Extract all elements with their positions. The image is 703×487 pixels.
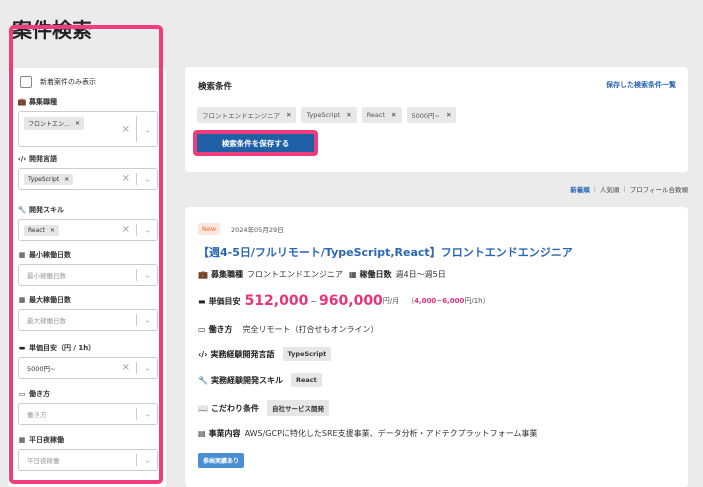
clear-icon[interactable]: ✕ [122, 174, 130, 185]
chip-remove-icon[interactable]: ✕ [446, 111, 451, 119]
building-icon: ▤ [198, 429, 206, 438]
calendar-icon: ▦ [348, 270, 357, 279]
sort-bar: 新着順 | 人気順 | プロフィール合致順 [570, 184, 688, 194]
workstyle-select[interactable]: 働き方 ⌄ [18, 403, 158, 425]
saved-conditions-link[interactable]: 保存した検索条件一覧 [606, 80, 676, 90]
language-tag: TypeScript [282, 347, 332, 361]
post-date: 2024年05月29日 [231, 226, 284, 234]
chevron-down-icon[interactable]: ⌄ [144, 175, 151, 184]
filter-sidebar: 新着案件のみ表示 💼 募集職種 フロントエン… ✕ ✕ ⌄ ‹/› 開発言語 TypeS… [8, 68, 166, 487]
chip-remove-icon[interactable]: ✕ [64, 176, 69, 183]
job-business-row: ▤ 事業内容 AWS/GCPに特化したSRE支援事業、データ分析・アドテクプラット… [198, 429, 538, 438]
new-only-checkbox[interactable]: 新着案件のみ表示 [20, 76, 96, 88]
clear-icon[interactable]: ✕ [122, 125, 130, 136]
briefcase-icon: 💼 [198, 270, 208, 279]
sort-popular[interactable]: 人気順 [600, 184, 620, 194]
chip-remove-icon[interactable]: ✕ [391, 111, 396, 119]
briefcase-icon: 💼 [17, 97, 27, 106]
rate-select[interactable]: 5000円~ ✕ ⌄ [18, 357, 158, 379]
job-type-select[interactable]: フロントエン… ✕ ✕ ⌄ [18, 111, 158, 147]
money-icon: ▬ [198, 296, 206, 306]
chevron-down-icon[interactable]: ⌄ [144, 226, 151, 235]
job-preference-row: 📖 こだわり条件 自社サービス開発 [198, 400, 329, 416]
language-select[interactable]: TypeScript ✕ ✕ ⌄ [18, 168, 158, 190]
job-skill-row: 🔧 実務経験開発スキル React [198, 373, 322, 387]
filter-skill: 🔧 開発スキル React ✕ ✕ ⌄ [18, 204, 158, 241]
chip-remove-icon[interactable]: ✕ [75, 120, 80, 127]
hourly-rate: （4,000~6,000円/1h） [407, 297, 490, 305]
save-conditions-button[interactable]: 検索条件を保存する [193, 130, 318, 156]
chevron-down-icon[interactable]: ⌄ [144, 126, 151, 135]
condition-chip: TypeScript ✕ [301, 107, 357, 123]
min-days-select[interactable]: 最小稼働日数 ⌄ [18, 264, 158, 286]
selected-chip: React ✕ [24, 224, 59, 236]
chip-remove-icon[interactable]: ✕ [286, 111, 291, 119]
chip-remove-icon[interactable]: ✕ [346, 111, 351, 119]
wrench-icon: 🔧 [198, 375, 208, 385]
job-title-link[interactable]: 【週4-5日/フルリモート/TypeScript,React】フロントエンドエン… [198, 244, 573, 260]
chevron-down-icon[interactable]: ⌄ [144, 316, 151, 325]
search-conditions-card: 検索条件 保存した検索条件一覧 フロントエンドエンジニア ✕ TypeScript… [185, 67, 688, 172]
job-language-row: ‹/› 実務経験開発言語 TypeScript [198, 347, 332, 361]
money-icon: ▬ [18, 343, 26, 352]
sort-profile-match[interactable]: プロフィール合致順 [630, 184, 688, 194]
selected-chip: フロントエン… ✕ [24, 117, 85, 130]
code-icon: ‹/› [17, 154, 27, 163]
clear-icon[interactable]: ✕ [122, 225, 130, 236]
monitor-icon: ▭ [18, 389, 26, 398]
condition-chip: フロントエンドエンジニア ✕ [197, 107, 297, 123]
skill-select[interactable]: React ✕ ✕ ⌄ [18, 219, 158, 241]
new-badge: New [198, 223, 221, 235]
monitor-icon: ▭ [198, 325, 206, 334]
filter-language: ‹/› 開発言語 TypeScript ✕ ✕ ⌄ [18, 153, 158, 190]
max-days-select[interactable]: 最大稼働日数 ⌄ [18, 309, 158, 331]
filter-job-type: 💼 募集職種 フロントエン… ✕ ✕ ⌄ [18, 96, 158, 147]
conditions-title: 検索条件 [198, 82, 233, 92]
filter-max-days: ▦ 最大稼働日数 最大稼働日数 ⌄ [18, 294, 158, 331]
chevron-down-icon[interactable]: ⌄ [144, 364, 151, 373]
sort-newest[interactable]: 新着順 [570, 184, 590, 194]
page-title: 案件検索 [12, 18, 92, 42]
book-icon: 📖 [198, 403, 208, 413]
filter-weeknight: ▦ 平日夜稼働 平日夜稼働 ⌄ [18, 434, 158, 471]
filter-min-days: ▦ 最小稼働日数 最小稼働日数 ⌄ [18, 249, 158, 286]
condition-chip: React ✕ [361, 107, 402, 123]
weeknight-select[interactable]: 平日夜稼働 ⌄ [18, 449, 158, 471]
condition-chip: 5000円~ ✕ [406, 107, 457, 123]
job-role-row: 💼 募集職種 フロントエンドエンジニア ▦ 稼働日数 週4日〜週5日 [198, 270, 446, 279]
preference-tag: 自社サービス開発 [266, 400, 329, 416]
clear-icon[interactable]: ✕ [122, 363, 130, 374]
chevron-down-icon[interactable]: ⌄ [144, 271, 151, 280]
new-only-label: 新着案件のみ表示 [40, 78, 96, 86]
selected-chip: TypeScript ✕ [24, 173, 74, 185]
calendar-icon: ▦ [18, 250, 26, 259]
skill-tag: React [290, 373, 322, 387]
condition-chips: フロントエンドエンジニア ✕ TypeScript ✕ React ✕ 5000円~ ✕ [197, 107, 457, 123]
chevron-down-icon[interactable]: ⌄ [144, 410, 151, 419]
chevron-down-icon[interactable]: ⌄ [144, 456, 151, 465]
job-price-row: ▬ 単価目安 512,000 ~ 960,000 円/月 （4,000~6,000… [198, 293, 490, 309]
checkbox-box[interactable] [20, 76, 32, 88]
wrench-icon: 🔧 [17, 205, 27, 214]
chip-remove-icon[interactable]: ✕ [50, 227, 55, 234]
calendar-icon: ▦ [18, 295, 26, 304]
filter-workstyle: ▭ 働き方 働き方 ⌄ [18, 388, 158, 425]
filter-rate: ▬ 単価目安（円 / 1h） 5000円~ ✕ ⌄ [18, 342, 158, 379]
job-card[interactable]: New 2024年05月29日 【週4-5日/フルリモート/TypeScript… [185, 207, 688, 487]
job-workstyle-row: ▭ 働き方 完全リモート（打合せもオンライン） [198, 325, 379, 334]
calendar-icon: ▦ [18, 435, 26, 444]
code-icon: ‹/› [198, 349, 208, 359]
track-record-badge: 参画実績あり [198, 453, 245, 468]
